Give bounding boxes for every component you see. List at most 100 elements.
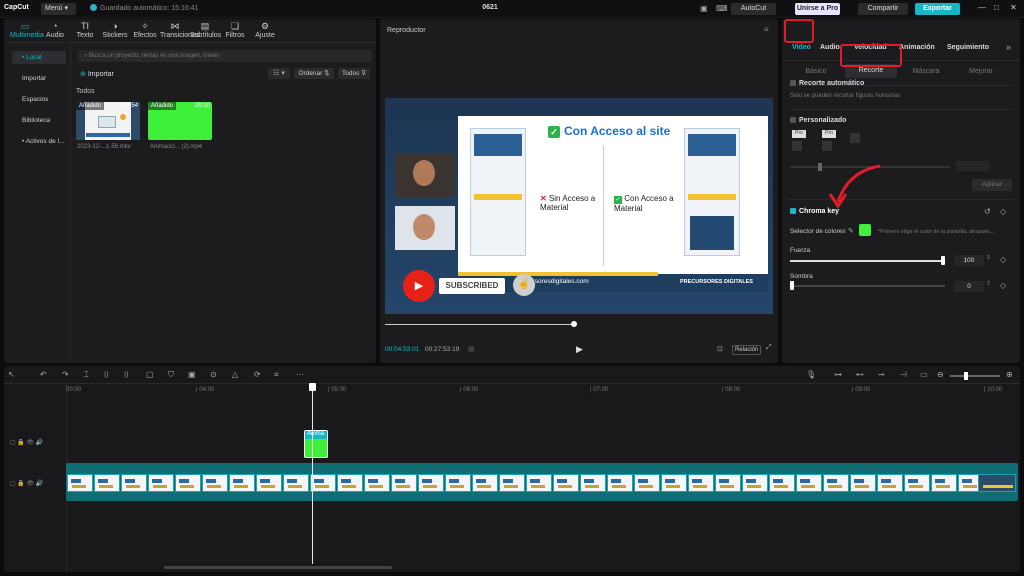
sidebar-item-2[interactable]: Espacios bbox=[12, 93, 66, 106]
cursor-hand-icon: ☝ bbox=[513, 274, 535, 296]
eraser-icon[interactable]: Pro bbox=[822, 130, 836, 138]
inspector-subtab-2[interactable]: Máscara bbox=[900, 68, 952, 75]
mirror-icon[interactable]: △ bbox=[232, 370, 238, 379]
sidebar-item-4[interactable]: • Activos de I... bbox=[12, 135, 66, 148]
preview-icon[interactable]: ▭ bbox=[920, 370, 928, 379]
inspector-subtab-3[interactable]: Mejorar bbox=[955, 68, 1007, 75]
tab-efectos[interactable]: ✧ Efectos bbox=[130, 21, 160, 39]
tab-texto[interactable]: TI Texto bbox=[70, 21, 100, 39]
more-icon[interactable]: ⋯ bbox=[296, 370, 304, 379]
inspector-tab-1[interactable]: Audio bbox=[820, 44, 840, 51]
split-audio-icon[interactable]: ⊣ bbox=[900, 370, 907, 379]
sidebar-item-1[interactable]: Importar bbox=[12, 72, 66, 85]
sort-button[interactable]: Ordenar ⇅ bbox=[294, 68, 334, 79]
keyframe-icon[interactable]: ◇ bbox=[1000, 255, 1006, 264]
select-icon[interactable]: ↖ bbox=[8, 370, 15, 379]
filter-all-button[interactable]: Todos ⊽ bbox=[338, 68, 370, 79]
main-track-controls[interactable]: ▢ 🔒 👁 🔊 bbox=[10, 480, 43, 487]
shadow-value[interactable]: 0 bbox=[954, 281, 984, 292]
split-icon[interactable]: ⌶ bbox=[84, 370, 89, 380]
strength-stepper-icon[interactable]: ⇕ bbox=[986, 254, 991, 261]
film-frame bbox=[877, 474, 903, 492]
search-input[interactable]: ⌕ Busca un proyecto, temas en una imagen… bbox=[78, 50, 372, 62]
menu-button[interactable]: Menú ▾ bbox=[41, 3, 76, 15]
check-icon: ✓ bbox=[548, 126, 560, 138]
maximize-icon[interactable]: □ bbox=[994, 3, 999, 12]
brush-icon[interactable]: Pro bbox=[792, 130, 806, 138]
strength-slider[interactable] bbox=[790, 260, 945, 262]
film-frame bbox=[553, 474, 579, 492]
ratio-button[interactable]: Relación bbox=[732, 345, 762, 355]
tab-stickers[interactable]: ◑ Stickers bbox=[100, 21, 130, 39]
media-item[interactable]: Añadido 27:54 bbox=[76, 102, 140, 140]
tab-multimedia[interactable]: ▭ Multimedia bbox=[10, 21, 44, 39]
inspector-subtab-0[interactable]: Básico bbox=[790, 68, 842, 75]
layout-icon[interactable]: ▣ bbox=[700, 4, 708, 13]
import-button[interactable]: ⊕ Importar bbox=[80, 70, 114, 78]
video-canvas[interactable]: ✓ Con Acceso al site ✕ Sin Acceso a Mater… bbox=[385, 98, 773, 314]
play-button[interactable]: ▶ bbox=[576, 344, 583, 355]
fit-icon[interactable]: ⊡ bbox=[717, 345, 723, 353]
playhead-handle[interactable] bbox=[309, 383, 316, 391]
view-toggle[interactable]: ☷ ▾ bbox=[268, 68, 290, 79]
film-frame bbox=[499, 474, 525, 492]
timeline-scrub[interactable] bbox=[385, 324, 575, 325]
snap-icon[interactable]: ⊸ bbox=[878, 370, 885, 379]
keyframe-icon[interactable]: ◇ bbox=[1000, 281, 1006, 290]
overlay-track-controls[interactable]: ▢ 🔒 👁 🔊 bbox=[10, 439, 43, 446]
inspector-tab-3[interactable]: Animación bbox=[899, 44, 935, 51]
tab-audio[interactable]: ◔ Audio bbox=[40, 21, 70, 39]
eyedropper-icon[interactable]: ✎ bbox=[848, 227, 854, 235]
reverse-icon[interactable]: ⊙ bbox=[210, 370, 217, 379]
join-pro-button[interactable]: Unirse a Pro bbox=[795, 3, 840, 15]
autocut-button[interactable]: AutoCut bbox=[731, 3, 776, 15]
rotate-icon[interactable]: ⟳ bbox=[254, 370, 261, 379]
media-item[interactable]: Añadido 00:10 bbox=[148, 102, 212, 140]
close-icon[interactable]: ✕ bbox=[1010, 3, 1017, 12]
split-left-icon[interactable]: ⌷ bbox=[104, 370, 109, 380]
film-frame bbox=[742, 474, 768, 492]
fullscreen-icon[interactable]: ⤢ bbox=[766, 344, 772, 352]
overlay-clip[interactable]: Anima bbox=[304, 430, 328, 458]
film-frame bbox=[445, 474, 471, 492]
minimize-icon[interactable]: — bbox=[978, 3, 986, 12]
delete-icon[interactable]: ▢ bbox=[146, 370, 154, 379]
zoom-slider[interactable] bbox=[950, 375, 1000, 377]
crop-icon[interactable]: ⌗ bbox=[274, 370, 279, 380]
share-button[interactable]: Compartir bbox=[858, 3, 908, 15]
reset-icon[interactable]: ↺ bbox=[984, 207, 991, 216]
tab-subtítulos[interactable]: ▤ Subtítulos bbox=[190, 21, 221, 39]
more-tabs-icon[interactable]: » bbox=[1006, 42, 1011, 52]
scrub-handle[interactable] bbox=[571, 321, 577, 327]
export-button[interactable]: Exportar bbox=[915, 3, 960, 15]
mic-icon[interactable]: 🎙 bbox=[806, 370, 816, 379]
shadow-slider[interactable] bbox=[790, 285, 945, 287]
inspector-tab-0[interactable]: Video bbox=[792, 44, 811, 51]
undo-icon[interactable]: ↶ bbox=[40, 370, 47, 379]
apply-button[interactable]: Aplicar bbox=[972, 179, 1012, 191]
redo-icon[interactable]: ↷ bbox=[62, 370, 69, 379]
zoom-out-icon[interactable]: ⊖ bbox=[937, 370, 944, 379]
freeze-icon[interactable]: ▣ bbox=[188, 370, 196, 379]
magnet-icon[interactable]: ⊷ bbox=[856, 370, 864, 379]
shadow-stepper-icon[interactable]: ⇕ bbox=[986, 280, 991, 287]
player-menu-icon[interactable]: ≡ bbox=[764, 25, 769, 34]
playhead[interactable] bbox=[312, 384, 313, 564]
keyboard-icon[interactable]: ⌨ bbox=[716, 4, 728, 13]
keyframe-icon[interactable]: ◇ bbox=[1000, 207, 1006, 216]
sidebar-item-3[interactable]: Biblioteca bbox=[12, 114, 66, 127]
tab-ajuste[interactable]: ⚙ Ajuste bbox=[250, 21, 280, 39]
horizontal-scrollbar[interactable] bbox=[164, 566, 392, 569]
split-right-icon[interactable]: ⌷ bbox=[124, 370, 129, 380]
sidebar-item-0[interactable]: • Local bbox=[12, 51, 66, 64]
zoom-in-icon[interactable]: ⊕ bbox=[1006, 370, 1013, 379]
tab-filtros[interactable]: ❏ Filtros bbox=[220, 21, 250, 39]
marker-icon[interactable]: ⛉ bbox=[168, 370, 174, 380]
strength-value[interactable]: 100 bbox=[954, 255, 984, 266]
auto-cut-toggle[interactable]: Recorte automático bbox=[790, 80, 864, 87]
link-icon[interactable]: ⊶ bbox=[834, 370, 842, 379]
tab-transiciones[interactable]: ⋈ Transiciones bbox=[160, 21, 199, 39]
inspector-tab-4[interactable]: Seguimiento bbox=[947, 44, 989, 51]
key-color-swatch[interactable] bbox=[859, 224, 871, 236]
custom-toggle[interactable]: Personalizado bbox=[790, 117, 846, 124]
